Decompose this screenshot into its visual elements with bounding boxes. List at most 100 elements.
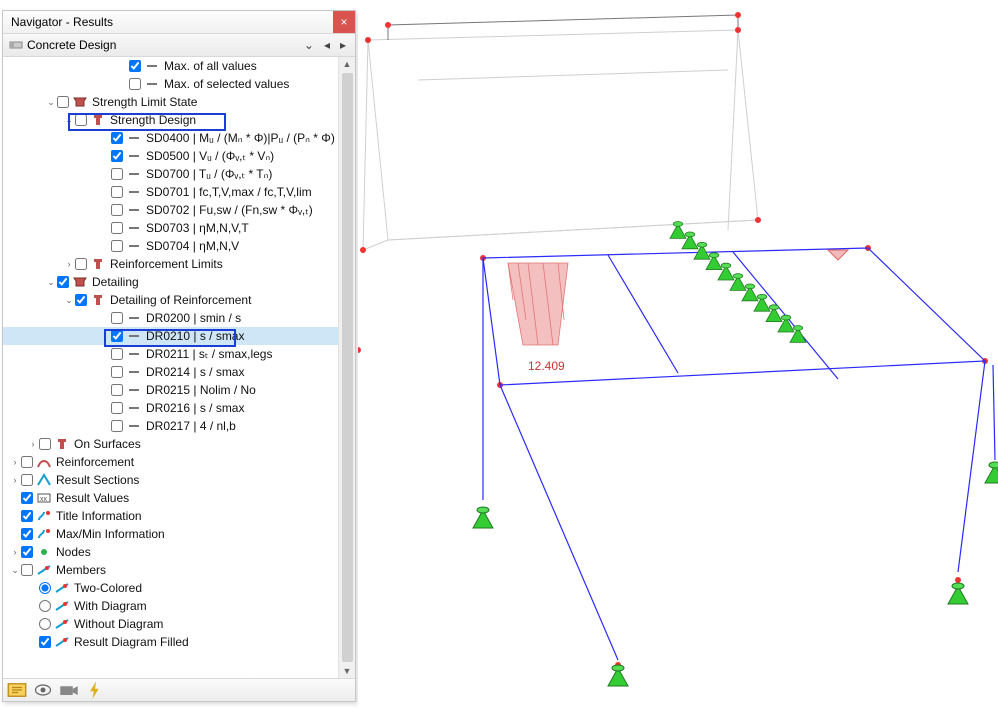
tree-row[interactable]: DR0215 | Nolim / No [3, 381, 338, 399]
twist-icon[interactable]: › [9, 547, 21, 557]
tree-row[interactable]: SD0704 | ηM,N,V [3, 237, 338, 255]
visibility-icon[interactable] [33, 681, 53, 699]
panel-title: Navigator - Results [11, 15, 113, 29]
tree-radio[interactable] [39, 600, 51, 612]
tree-checkbox[interactable] [111, 420, 123, 432]
prev-arrow-icon[interactable]: ◂ [321, 38, 333, 52]
tree-row[interactable]: SD0702 | Fu,sw / (Fn,sw * Φᵥ,ₜ) [3, 201, 338, 219]
scroll-thumb[interactable] [342, 73, 353, 662]
display-options-icon[interactable] [7, 681, 27, 699]
scroll-up-icon[interactable]: ▲ [343, 59, 352, 69]
twist-icon[interactable]: › [27, 439, 39, 449]
tree[interactable]: Max. of all valuesMax. of selected value… [3, 57, 338, 678]
model-viewport[interactable]: 12.409 [358, 0, 998, 709]
tree-checkbox[interactable] [39, 636, 51, 648]
tree-checkbox[interactable] [111, 150, 123, 162]
twist-icon[interactable]: ⌄ [45, 277, 57, 288]
tree-row[interactable]: ›Reinforcement Limits [3, 255, 338, 273]
sect-icon [36, 473, 52, 487]
tree-checkbox[interactable] [21, 510, 33, 522]
tree-row[interactable]: SD0703 | ηM,N,V,T [3, 219, 338, 237]
tree-row[interactable]: SD0500 | Vᵤ / (Φᵥ,ₜ * Vₙ) [3, 147, 338, 165]
tree-row[interactable]: DR0214 | s / smax [3, 363, 338, 381]
tree-row[interactable]: ⌄Detailing [3, 273, 338, 291]
tree-row[interactable]: Title Information [3, 507, 338, 525]
tree-checkbox[interactable] [111, 132, 123, 144]
tree-checkbox[interactable] [111, 366, 123, 378]
tree-checkbox[interactable] [111, 330, 123, 342]
lightning-icon[interactable] [85, 681, 105, 699]
dash-icon [144, 77, 160, 91]
tree-row[interactable]: DR0210 | s / smax [3, 327, 338, 345]
dash-icon [126, 347, 142, 361]
tree-checkbox[interactable] [57, 96, 69, 108]
scrollbar[interactable]: ▲ ▼ [338, 57, 355, 678]
tree-checkbox[interactable] [129, 78, 141, 90]
tree-row[interactable]: Max. of selected values [3, 75, 338, 93]
tree-checkbox[interactable] [21, 564, 33, 576]
dash-icon [126, 383, 142, 397]
twist-icon[interactable]: ⌄ [45, 97, 57, 108]
twist-icon[interactable]: › [63, 259, 75, 269]
tree-checkbox[interactable] [111, 240, 123, 252]
twist-icon[interactable]: › [9, 457, 21, 467]
tree-radio[interactable] [39, 582, 51, 594]
next-arrow-icon[interactable]: ▸ [337, 38, 349, 52]
tree-row[interactable]: Without Diagram [3, 615, 338, 633]
tree-row[interactable]: ›Result Sections [3, 471, 338, 489]
tree-label: SD0500 | Vᵤ / (Φᵥ,ₜ * Vₙ) [146, 149, 274, 163]
twist-icon[interactable]: ⌄ [9, 565, 21, 576]
tree-row[interactable]: Two-Colored [3, 579, 338, 597]
tree-checkbox[interactable] [75, 114, 87, 126]
tree-row[interactable]: ⌄Strength Design [3, 111, 338, 129]
tree-checkbox[interactable] [111, 384, 123, 396]
tree-row[interactable]: With Diagram [3, 597, 338, 615]
tree-row[interactable]: ›On Surfaces [3, 435, 338, 453]
twist-icon[interactable]: › [9, 475, 21, 485]
tree-row[interactable]: SD0700 | Tᵤ / (Φᵥ,ₜ * Tₙ) [3, 165, 338, 183]
tree-row[interactable]: Result Diagram Filled [3, 633, 338, 651]
tree-checkbox[interactable] [111, 168, 123, 180]
close-icon[interactable]: × [333, 11, 355, 33]
tree-checkbox[interactable] [111, 204, 123, 216]
twist-icon[interactable]: ⌄ [63, 295, 75, 306]
tree-row[interactable]: Max/Min Information [3, 525, 338, 543]
dropdown-icon[interactable]: ⌄ [301, 38, 317, 52]
tree-row[interactable]: Max. of all values [3, 57, 338, 75]
tree-checkbox[interactable] [21, 492, 33, 504]
tree-row[interactable]: DR0217 | 4 / nl,b [3, 417, 338, 435]
tree-checkbox[interactable] [111, 348, 123, 360]
tree-row[interactable]: SD0400 | Mᵤ / (Mₙ * Φ)|Pᵤ / (Pₙ * Φ) [3, 129, 338, 147]
tree-checkbox[interactable] [21, 528, 33, 540]
tree-radio[interactable] [39, 618, 51, 630]
tree-row[interactable]: DR0200 | smin / s [3, 309, 338, 327]
tree-checkbox[interactable] [111, 312, 123, 324]
tree-row[interactable]: › Reinforcement [3, 453, 338, 471]
tree-checkbox[interactable] [75, 294, 87, 306]
tree-row[interactable]: ⌄Members [3, 561, 338, 579]
tree-row[interactable]: SD0701 | fc,T,V,max / fc,T,V,lim [3, 183, 338, 201]
tree-checkbox[interactable] [39, 438, 51, 450]
tree-checkbox[interactable] [111, 402, 123, 414]
tree-row[interactable]: ⌄Detailing of Reinforcement [3, 291, 338, 309]
tree-label: Nodes [56, 545, 91, 559]
tree-row[interactable]: › Nodes [3, 543, 338, 561]
tree-checkbox[interactable] [111, 222, 123, 234]
camera-icon[interactable] [59, 681, 79, 699]
tree-row[interactable]: DR0211 | sₜ / smax,legs [3, 345, 338, 363]
tree-row[interactable]: DR0216 | s / smax [3, 399, 338, 417]
scroll-down-icon[interactable]: ▼ [343, 666, 352, 676]
tree-label: DR0214 | s / smax [146, 365, 244, 379]
tree-checkbox[interactable] [75, 258, 87, 270]
tree-label: Reinforcement [56, 455, 134, 469]
tree-checkbox[interactable] [57, 276, 69, 288]
section-name[interactable]: Concrete Design [27, 38, 116, 52]
tree-checkbox[interactable] [129, 60, 141, 72]
tree-row[interactable]: ⌄Strength Limit State [3, 93, 338, 111]
tree-row[interactable]: xxResult Values [3, 489, 338, 507]
tree-checkbox[interactable] [21, 456, 33, 468]
tree-checkbox[interactable] [21, 546, 33, 558]
twist-icon[interactable]: ⌄ [63, 115, 75, 126]
tree-checkbox[interactable] [21, 474, 33, 486]
tree-checkbox[interactable] [111, 186, 123, 198]
